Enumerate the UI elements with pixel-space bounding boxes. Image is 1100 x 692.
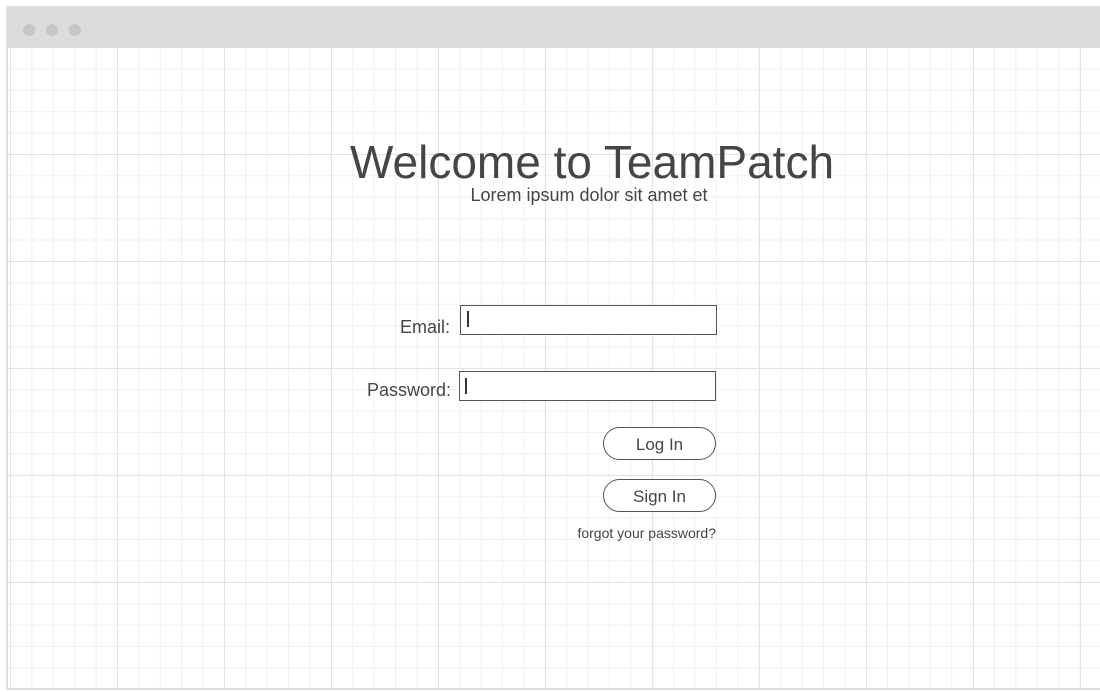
- password-field[interactable]: [459, 371, 716, 401]
- email-field[interactable]: [460, 305, 717, 335]
- window-titlebar: [8, 8, 1100, 48]
- signin-button[interactable]: Sign In: [603, 479, 716, 512]
- page-title: Welcome to TeamPatch: [349, 136, 835, 188]
- page-subtitle: Lorem ipsum dolor sit amet et: [470, 185, 708, 205]
- page-canvas: Welcome to TeamPatch Lorem ipsum dolor s…: [8, 48, 1100, 688]
- login-button[interactable]: Log In: [603, 427, 716, 460]
- email-label: Email:: [399, 317, 450, 337]
- forgot-password-link[interactable]: forgot your password?: [488, 524, 716, 542]
- email-text-cursor: [467, 311, 469, 327]
- password-text-cursor: [465, 378, 467, 394]
- password-label: Password:: [366, 380, 451, 400]
- browser-window: Welcome to TeamPatch Lorem ipsum dolor s…: [6, 6, 1100, 690]
- window-close-dot-icon[interactable]: [23, 24, 35, 36]
- window-maximize-dot-icon[interactable]: [69, 24, 81, 36]
- window-minimize-dot-icon[interactable]: [46, 24, 58, 36]
